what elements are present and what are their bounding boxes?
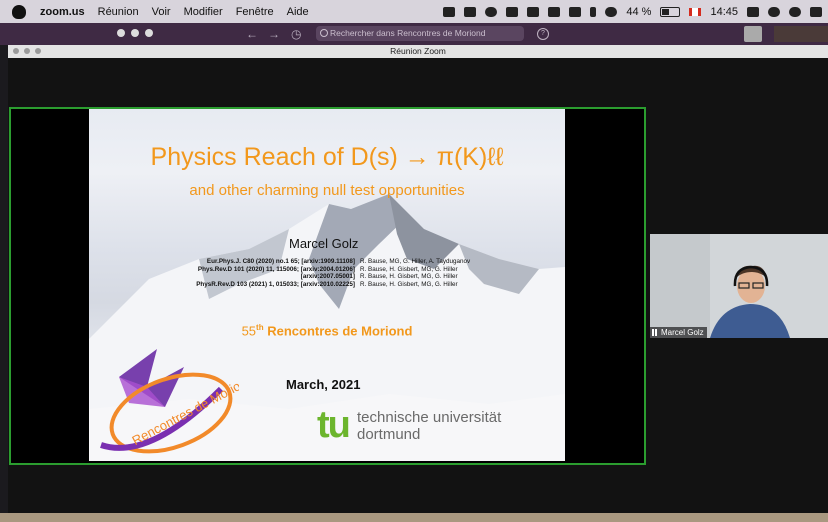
control-center-icon[interactable] [810,6,822,17]
apple-icon[interactable] [12,4,26,19]
reference-row: Phys.Rev.D 101 (2020) 11, 115006; [arxiv… [149,266,470,274]
presentation-slide: Physics Reach of D(s) → π(K)ℓℓ and other… [89,109,565,461]
forward-icon[interactable]: → [268,27,280,41]
slide-title: Physics Reach of D(s) → π(K)ℓℓ [150,143,504,171]
reference-journal: [arxiv:2007.05001] [300,273,355,281]
reference-authors: R. Bause, H. Gisbert, MG, G. Hiller [360,265,458,273]
close-dot[interactable] [117,29,125,37]
minimize-dot[interactable] [131,29,139,37]
menu-aide[interactable]: Aide [287,6,309,18]
slide-subtitle: and other charming null test opportuniti… [189,182,465,199]
reference-authors: R. Bause, MG, G. Hiller, A. Tayduganov [360,258,471,265]
macos-menubar: zoom.us Réunion Voir Modifier Fenêtre Ai… [0,0,828,23]
zoom-titlebar: Réunion Zoom [8,45,828,58]
screen-icon[interactable] [506,6,519,17]
university-line-1: technische universität [357,409,502,426]
reference-journal: PhysR.Rev.D 103 (2021) 1, 015033; [arxiv… [196,280,355,288]
spotlight-search-icon[interactable] [768,6,780,17]
conference-name: Rencontres de Moriond [267,323,413,339]
profile-avatar[interactable] [744,26,762,42]
background-window-fragment [774,26,828,42]
menu-modifier[interactable]: Modifier [184,6,223,18]
history-icon[interactable]: ◷ [291,27,301,41]
participant-video[interactable] [650,234,828,338]
menu-reunion[interactable]: Réunion [98,6,139,18]
university-name: technische universität dortmund [357,409,501,443]
window-title: Réunion Zoom [390,46,446,56]
wifi-icon[interactable] [605,6,618,17]
reference-row: Eur.Phys.J. C80 (2020) no.1 65; [arxiv:1… [149,258,470,266]
dock-strip [0,513,828,522]
moriond-logo: Rencontres de Moriond [100,349,239,454]
siri-icon[interactable] [789,6,801,17]
help-icon[interactable]: ? [537,28,549,40]
sync-icon[interactable] [485,6,498,17]
browser-window-controls [117,29,153,37]
script-icon[interactable] [548,6,561,17]
reference-journal: Eur.Phys.J. C80 (2020) no.1 65; [arxiv:1… [206,258,355,265]
reference-authors: R. Bause, H. Gisbert, MG, G. Hiller [360,280,458,288]
reference-row: [arxiv:2007.05001] R. Bause, H. Gisbert,… [149,273,470,281]
conference-line: 55th Rencontres de Moriond [89,323,565,338]
reference-row: PhysR.Rev.D 103 (2021) 1, 015033; [arxiv… [149,281,470,289]
conference-suffix: th [256,323,264,332]
participant-video-feed [650,234,828,338]
browser-toolbar: ← → ◷ Rechercher dans Rencontres de Mori… [0,23,828,45]
status-area: 44 % 14:45 [443,0,822,23]
clock[interactable]: 14:45 [710,6,738,18]
slide-date: March, 2021 [286,377,361,392]
zoom-dot[interactable] [145,29,153,37]
battery-percent: 44 % [626,5,652,18]
video-status-icon[interactable] [443,6,456,17]
cloud-upload-icon[interactable] [527,6,540,17]
reference-authors: R. Bause, H. Gisbert, MG, G. Hiller [360,273,458,281]
menu-fenetre[interactable]: Fenêtre [236,6,274,18]
participant-name: Marcel Golz [661,328,704,337]
participant-name-label: Marcel Golz [650,327,707,338]
battery-icon[interactable] [660,6,681,17]
tu-logo: tu [317,404,351,446]
slide-author: Marcel Golz [289,236,359,251]
search-input[interactable]: Rechercher dans Rencontres de Moriond [316,26,524,41]
user-icon[interactable] [747,6,759,17]
signal-bars-icon [652,329,659,336]
university-line-2: dortmund [357,426,421,443]
reference-list: Eur.Phys.J. C80 (2020) no.1 65; [arxiv:1… [149,258,470,288]
back-icon[interactable]: ← [246,27,258,41]
reference-journal: Phys.Rev.D 101 (2020) 11, 115006; [arxiv… [197,265,355,273]
dropbox-icon[interactable] [464,6,477,17]
airplay-icon[interactable] [569,6,582,17]
search-icon [320,29,328,37]
menu-voir[interactable]: Voir [152,6,171,18]
menu-app-zoom[interactable]: zoom.us [40,6,85,18]
conference-number: 55 [241,323,257,339]
keyboard-flag-icon[interactable] [689,7,702,16]
search-placeholder: Rechercher dans Rencontres de Moriond [330,28,486,38]
bluetooth-icon[interactable] [590,6,597,17]
